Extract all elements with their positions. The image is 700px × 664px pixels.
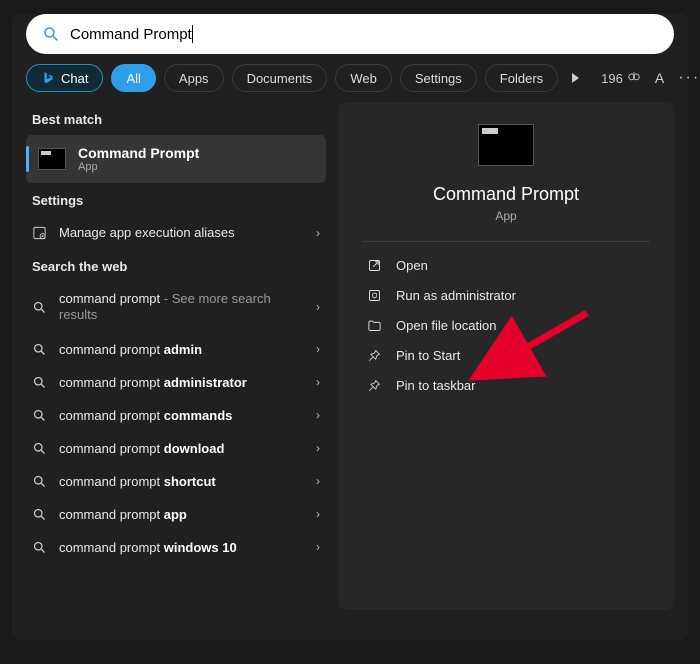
action-pin-taskbar-label: Pin to taskbar <box>396 378 476 393</box>
font-size-button[interactable]: A <box>655 70 664 86</box>
pin-icon <box>366 377 382 393</box>
web-item-1[interactable]: command prompt admin › <box>26 333 326 366</box>
filter-apps[interactable]: Apps <box>164 64 224 92</box>
topbar-right: 196 A ··· <box>601 64 700 92</box>
search-value: Command Prompt <box>70 26 192 43</box>
action-run-admin[interactable]: Run as administrator <box>338 280 674 310</box>
divider <box>362 241 650 242</box>
best-match-item[interactable]: Command Prompt App <box>26 135 326 183</box>
web-item-3[interactable]: command prompt commands › <box>26 399 326 432</box>
chevron-right-icon: › <box>316 342 320 356</box>
action-open[interactable]: Open <box>338 250 674 280</box>
folder-icon <box>366 317 382 333</box>
bing-icon <box>41 71 55 85</box>
settings-item-label: Manage app execution aliases <box>59 225 235 240</box>
search-bar[interactable]: Command Prompt <box>26 14 674 54</box>
chevron-right-icon: › <box>316 226 320 240</box>
filter-all[interactable]: All <box>111 64 155 92</box>
best-match-header: Best match <box>26 102 326 135</box>
action-open-label: Open <box>396 258 428 273</box>
chat-pill[interactable]: Chat <box>26 64 103 92</box>
chevron-right-icon: › <box>316 474 320 488</box>
text-caret <box>192 25 193 43</box>
web-item-6[interactable]: command prompt app › <box>26 498 326 531</box>
settings-item-aliases[interactable]: Manage app execution aliases › <box>26 216 326 249</box>
chat-label: Chat <box>61 71 88 86</box>
search-icon <box>32 474 47 489</box>
search-icon <box>32 540 47 555</box>
search-icon <box>32 300 47 315</box>
filter-settings[interactable]: Settings <box>400 64 477 92</box>
cmd-icon <box>38 148 66 170</box>
web-item-0[interactable]: command prompt - See more search results… <box>26 282 326 333</box>
search-icon <box>32 441 47 456</box>
chevron-right-icon: › <box>316 408 320 422</box>
web-item-2[interactable]: command prompt administrator › <box>26 366 326 399</box>
play-icon <box>572 73 579 83</box>
preview-subtitle: App <box>338 209 674 223</box>
more-options-button[interactable]: ··· <box>678 70 700 86</box>
action-pin-taskbar[interactable]: Pin to taskbar <box>338 370 674 400</box>
search-icon <box>42 25 60 43</box>
preview-app-icon <box>478 124 534 166</box>
filter-documents[interactable]: Documents <box>232 64 328 92</box>
web-header: Search the web <box>26 249 326 282</box>
search-icon <box>32 507 47 522</box>
chevron-right-icon: › <box>316 300 320 314</box>
filter-row: Chat All Apps Documents Web Settings Fol… <box>12 64 688 102</box>
search-panel: Command Prompt Chat All Apps Documents W… <box>12 14 688 640</box>
search-icon <box>32 342 47 357</box>
rewards-button[interactable]: 196 <box>601 71 641 86</box>
action-pin-start[interactable]: Pin to Start <box>338 340 674 370</box>
filter-more-button[interactable] <box>566 73 585 83</box>
search-icon <box>32 375 47 390</box>
content-columns: Best match Command Prompt App Settings M… <box>12 102 688 610</box>
preview-pane: Command Prompt App Open Run as administr… <box>338 102 674 610</box>
action-run-admin-label: Run as administrator <box>396 288 516 303</box>
filter-web[interactable]: Web <box>335 64 392 92</box>
chevron-right-icon: › <box>316 540 320 554</box>
rewards-count: 196 <box>601 71 623 86</box>
search-icon <box>32 408 47 423</box>
pin-icon <box>366 347 382 363</box>
results-column: Best match Command Prompt App Settings M… <box>26 102 326 610</box>
settings-header: Settings <box>26 183 326 216</box>
chevron-right-icon: › <box>316 441 320 455</box>
best-match-title: Command Prompt <box>78 145 199 161</box>
web-item-5[interactable]: command prompt shortcut › <box>26 465 326 498</box>
action-open-location[interactable]: Open file location <box>338 310 674 340</box>
chevron-right-icon: › <box>316 507 320 521</box>
shield-icon <box>366 287 382 303</box>
web-item-7[interactable]: command prompt windows 10 › <box>26 531 326 564</box>
settings-gear-icon <box>32 225 47 240</box>
best-match-subtitle: App <box>78 161 199 173</box>
action-pin-start-label: Pin to Start <box>396 348 460 363</box>
open-icon <box>366 257 382 273</box>
chevron-right-icon: › <box>316 375 320 389</box>
rewards-icon <box>627 71 641 85</box>
web-item-4[interactable]: command prompt download › <box>26 432 326 465</box>
filter-folders[interactable]: Folders <box>485 64 558 92</box>
preview-title: Command Prompt <box>338 184 674 205</box>
action-open-location-label: Open file location <box>396 318 496 333</box>
